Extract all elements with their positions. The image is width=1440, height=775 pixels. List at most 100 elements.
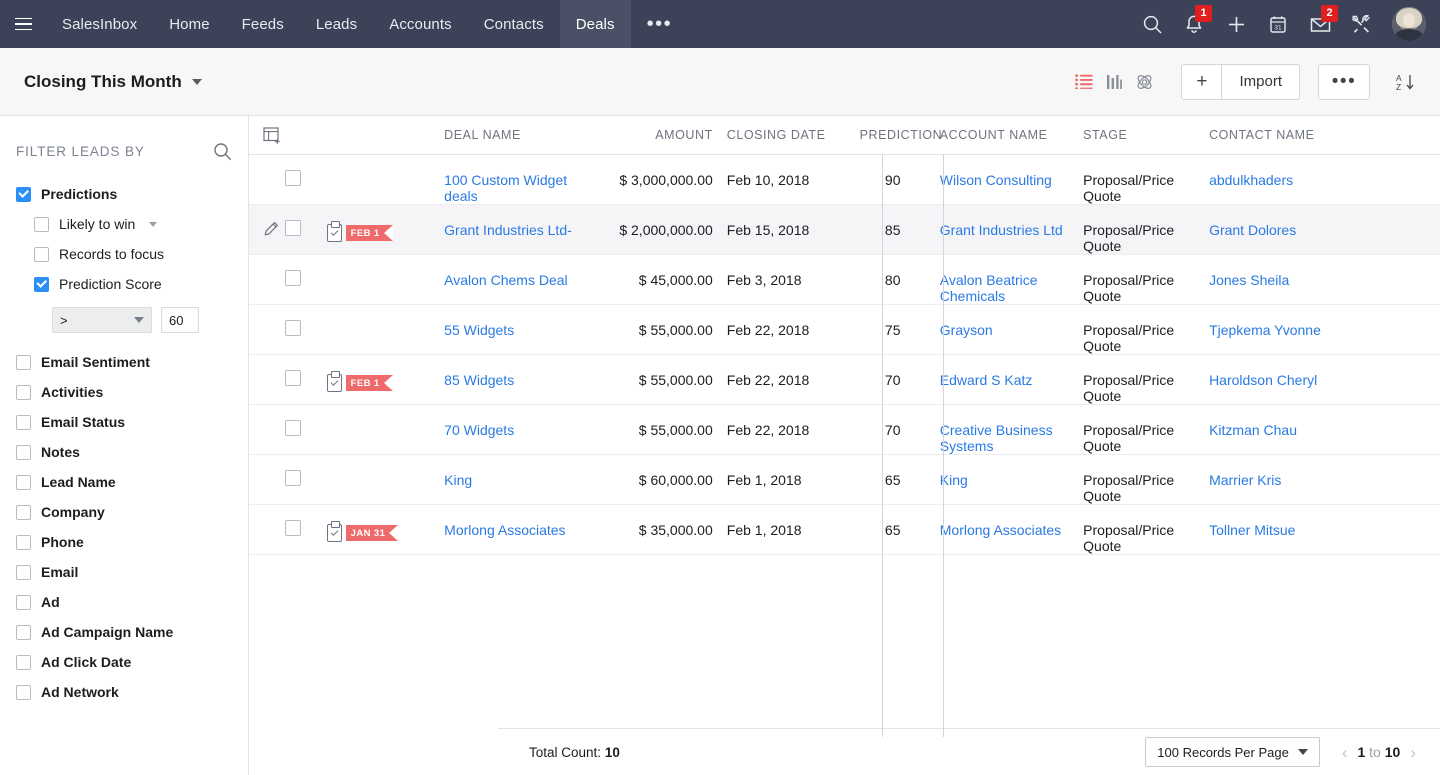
chevron-left-icon[interactable]: ‹ xyxy=(1342,744,1348,761)
contact-name-link[interactable]: abdulkhaders xyxy=(1209,172,1293,188)
row-checkbox[interactable] xyxy=(284,520,301,536)
filter-item-lead-name[interactable]: Lead Name xyxy=(0,467,248,497)
deal-name-link[interactable]: Morlong Associates xyxy=(444,522,565,538)
deal-name-link[interactable]: 85 Widgets xyxy=(444,372,514,388)
nav-item-salesinbox[interactable]: SalesInbox xyxy=(46,0,153,48)
row-edit-icon[interactable] xyxy=(249,154,285,205)
nav-more-icon[interactable]: ••• xyxy=(631,0,689,48)
kanban-view-icon[interactable] xyxy=(1099,65,1129,99)
account-name-link[interactable]: Grayson xyxy=(940,322,993,338)
filter-search-icon[interactable] xyxy=(213,142,232,161)
account-name-link[interactable]: Edward S Katz xyxy=(940,372,1033,388)
nav-item-feeds[interactable]: Feeds xyxy=(226,0,300,48)
deal-name-link[interactable]: 70 Widgets xyxy=(444,422,514,438)
checkbox-icon[interactable] xyxy=(34,216,49,232)
account-name-link[interactable]: Wilson Consulting xyxy=(940,172,1052,188)
checkbox-icon[interactable] xyxy=(16,624,31,640)
task-tag[interactable]: FEB 1 xyxy=(326,221,445,242)
column-header-account-name[interactable]: ACCOUNT NAME xyxy=(925,116,1084,155)
more-actions-button[interactable]: ••• xyxy=(1318,63,1370,100)
checkbox-icon[interactable] xyxy=(16,564,31,580)
filter-group-predictions[interactable]: Predictions xyxy=(0,179,248,209)
chevron-right-icon[interactable]: › xyxy=(1410,744,1416,761)
deal-name-link[interactable]: 100 Custom Widget deals xyxy=(444,172,567,204)
row-checkbox[interactable] xyxy=(284,270,301,286)
score-operator-select[interactable]: > xyxy=(52,307,152,333)
records-per-page-select[interactable]: 100 Records Per Page xyxy=(1145,737,1320,767)
calendar-icon[interactable]: 31 xyxy=(1258,0,1298,48)
row-checkbox[interactable] xyxy=(284,220,301,236)
task-tag[interactable]: JAN 31 xyxy=(326,521,445,542)
table-row[interactable]: 55 Widgets $ 55,000.00 Feb 22, 2018 75 Grays… xyxy=(249,304,1440,355)
checkbox-icon[interactable] xyxy=(16,414,31,430)
column-header-deal-name[interactable]: DEAL NAME xyxy=(444,116,589,155)
filter-item-ad[interactable]: Ad xyxy=(0,587,248,617)
account-name-link[interactable]: Avalon Beatrice Chemicals xyxy=(940,272,1038,304)
row-edit-icon[interactable] xyxy=(249,304,285,355)
hamburger-menu-icon[interactable] xyxy=(0,0,46,48)
checkbox-icon[interactable] xyxy=(16,186,31,202)
filter-item-phone[interactable]: Phone xyxy=(0,527,248,557)
row-edit-icon[interactable] xyxy=(249,504,285,555)
row-edit-icon[interactable] xyxy=(249,454,285,505)
filter-item-notes[interactable]: Notes xyxy=(0,437,248,467)
row-edit-icon[interactable] xyxy=(249,254,285,305)
account-name-link[interactable]: Grant Industries Ltd xyxy=(940,222,1063,238)
column-header-closing-date[interactable]: CLOSING DATE xyxy=(712,116,860,155)
row-checkbox[interactable] xyxy=(284,370,301,386)
add-deal-button[interactable]: + xyxy=(1182,64,1222,99)
nav-item-contacts[interactable]: Contacts xyxy=(468,0,560,48)
list-view-icon[interactable] xyxy=(1069,65,1099,99)
filter-option-records-to-focus[interactable]: Records to focus xyxy=(0,239,248,269)
contact-name-link[interactable]: Tjepkema Yvonne xyxy=(1209,322,1321,338)
add-column-icon[interactable] xyxy=(249,116,327,154)
row-checkbox[interactable] xyxy=(284,420,301,436)
table-row[interactable]: Avalon Chems Deal $ 45,000.00 Feb 3, 2018 8… xyxy=(249,254,1440,305)
nav-item-leads[interactable]: Leads xyxy=(300,0,373,48)
user-avatar[interactable] xyxy=(1392,7,1426,41)
checkbox-icon[interactable] xyxy=(16,474,31,490)
checkbox-icon[interactable] xyxy=(16,594,31,610)
row-edit-icon[interactable] xyxy=(249,404,285,455)
contact-name-link[interactable]: Tollner Mitsue xyxy=(1209,522,1295,538)
filter-item-email-status[interactable]: Email Status xyxy=(0,407,248,437)
filter-item-ad-campaign-name[interactable]: Ad Campaign Name xyxy=(0,617,248,647)
filter-item-email-sentiment[interactable]: Email Sentiment xyxy=(0,347,248,377)
checkbox-icon[interactable] xyxy=(16,684,31,700)
checkbox-icon[interactable] xyxy=(16,504,31,520)
filter-option-likely-to-win[interactable]: Likely to win xyxy=(0,209,248,239)
search-icon[interactable] xyxy=(1132,0,1172,48)
contact-name-link[interactable]: Marrier Kris xyxy=(1209,472,1281,488)
checkbox-icon[interactable] xyxy=(16,444,31,460)
import-button[interactable]: Import xyxy=(1221,64,1299,99)
row-edit-icon[interactable] xyxy=(249,354,285,405)
contact-name-link[interactable]: Kitzman Chau xyxy=(1209,422,1297,438)
account-name-link[interactable]: Creative Business Systems xyxy=(940,422,1053,454)
row-checkbox[interactable] xyxy=(284,170,301,186)
filter-item-company[interactable]: Company xyxy=(0,497,248,527)
filter-item-ad-click-date[interactable]: Ad Click Date xyxy=(0,647,248,677)
checkbox-icon[interactable] xyxy=(34,246,49,262)
add-plus-icon[interactable] xyxy=(1216,0,1256,48)
nav-item-deals[interactable]: Deals xyxy=(559,0,631,48)
deal-name-link[interactable]: Grant Industries Ltd- xyxy=(444,222,572,238)
view-selector[interactable]: Closing This Month xyxy=(24,72,202,92)
filter-item-ad-network[interactable]: Ad Network xyxy=(0,677,248,707)
row-edit-icon[interactable] xyxy=(249,204,285,255)
deal-name-link[interactable]: 55 Widgets xyxy=(444,322,514,338)
chevron-down-icon[interactable] xyxy=(149,221,158,227)
account-name-link[interactable]: Morlong Associates xyxy=(940,522,1061,538)
table-row[interactable]: 100 Custom Widget deals $ 3,000,000.00 Feb… xyxy=(249,154,1440,205)
column-header-prediction[interactable]: PREDICTION xyxy=(859,116,942,155)
nav-item-home[interactable]: Home xyxy=(153,0,225,48)
checkbox-icon[interactable] xyxy=(16,654,31,670)
row-checkbox[interactable] xyxy=(284,320,301,336)
table-row[interactable]: FEB 1 Grant Industries Ltd- $ 2,000,000.00… xyxy=(249,204,1440,255)
task-tag[interactable]: FEB 1 xyxy=(326,371,445,392)
table-row[interactable]: FEB 1 85 Widgets $ 55,000.00 Feb 22, 2018 70… xyxy=(249,354,1440,405)
column-header-amount[interactable]: AMOUNT xyxy=(588,116,713,155)
mail-envelope-icon[interactable]: 2 xyxy=(1300,0,1340,48)
nav-item-accounts[interactable]: Accounts xyxy=(373,0,468,48)
checkbox-icon[interactable] xyxy=(16,384,31,400)
contact-name-link[interactable]: Haroldson Cheryl xyxy=(1209,372,1317,388)
